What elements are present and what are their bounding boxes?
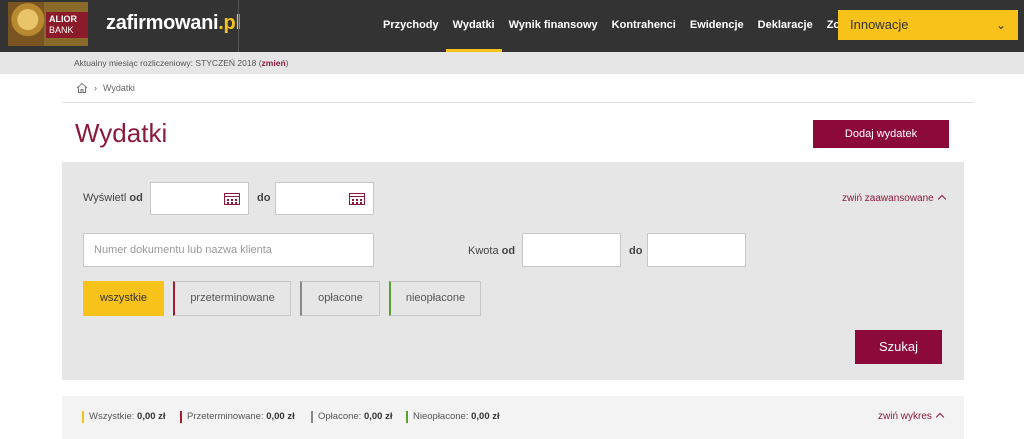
nav-item-deklaracje[interactable]: Deklaracje — [751, 0, 820, 52]
brand-name[interactable]: zafirmowani.pl — [106, 12, 241, 35]
amount-from-input[interactable] — [522, 233, 621, 267]
nav-item-przychody[interactable]: Przychody — [376, 0, 446, 52]
summary-unpaid-value: 0,00 zł — [471, 411, 500, 422]
collapse-chart-link[interactable]: zwiń wykres — [878, 411, 945, 422]
nav-item-wynik-finansowy[interactable]: Wynik finansowy — [502, 0, 605, 52]
summary-overdue-value: 0,00 zł — [266, 411, 295, 422]
breadcrumb: › Wydatki — [76, 82, 135, 94]
logo-line-2: BANK — [49, 25, 74, 35]
brand-divider — [238, 0, 239, 52]
calendar-icon[interactable] — [224, 193, 240, 205]
billing-month-text: Aktualny miesiąc rozliczeniowy: STYCZEŃ … — [74, 58, 262, 68]
billing-month-close: ) — [285, 58, 289, 68]
summary-paid: Opłacone: 0,00 zł — [311, 411, 392, 423]
home-icon[interactable] — [76, 82, 88, 94]
chevron-up-icon — [937, 194, 946, 204]
summary-unpaid-label: Nieopłacone: — [413, 411, 469, 422]
main-nav: Przychody Wydatki Wynik finansowy Kontra… — [376, 0, 906, 52]
show-label-text: Wyświetl — [83, 192, 127, 204]
logo-portrait-icon — [8, 2, 44, 46]
date-from-label: od — [129, 192, 143, 204]
filter-unpaid-button[interactable]: nieopłacone — [389, 281, 481, 316]
page-title: Wydatki — [75, 118, 168, 148]
logo-text: ALIOR BANK — [46, 12, 88, 38]
summary-all-label: Wszystkie: — [89, 411, 135, 422]
innovations-label: Innowacje — [850, 17, 909, 32]
summary-bar: Wszystkie: 0,00 zł Przeterminowane: 0,00… — [62, 396, 964, 439]
date-to-label: do — [257, 192, 270, 204]
add-expense-button[interactable]: Dodaj wydatek — [813, 120, 949, 148]
document-search-input[interactable]: Numer dokumentu lub nazwa klienta — [83, 233, 374, 267]
document-search-placeholder: Numer dokumentu lub nazwa klienta — [94, 244, 272, 256]
nav-item-wydatki[interactable]: Wydatki — [445, 0, 502, 52]
amount-to-label: do — [629, 245, 642, 257]
billing-month-bar: Aktualny miesiąc rozliczeniowy: STYCZEŃ … — [0, 52, 1024, 74]
summary-overdue: Przeterminowane: 0,00 zł — [180, 411, 295, 423]
chevron-up-icon — [935, 412, 945, 422]
amount-label: Kwota od — [468, 245, 515, 257]
date-to-label-text: do — [257, 192, 271, 204]
collapse-chart-text: zwiń wykres — [878, 411, 932, 422]
filter-paid-button[interactable]: opłacone — [300, 281, 380, 316]
calendar-icon[interactable] — [349, 193, 365, 205]
brand-name-main: zafirmowani — [106, 12, 219, 34]
summary-paid-label: Opłacone: — [318, 411, 362, 422]
collapse-advanced-link[interactable]: zwiń zaawansowane — [842, 193, 946, 204]
summary-paid-value: 0,00 zł — [363, 411, 393, 422]
breadcrumb-chevron-icon: › — [94, 83, 97, 93]
summary-overdue-label: Przeterminowane: — [187, 411, 264, 422]
collapse-advanced-text: zwiń zaawansowane — [842, 193, 934, 204]
search-button[interactable]: Szukaj — [855, 330, 942, 364]
summary-unpaid: Nieopłacone: 0,00 zł — [406, 411, 500, 423]
change-month-link[interactable]: zmień — [262, 58, 286, 68]
summary-all-value: 0,00 zł — [137, 411, 166, 422]
amount-label-text: Kwota — [468, 245, 499, 257]
breadcrumb-divider — [62, 102, 974, 103]
nav-item-ewidencje[interactable]: Ewidencje — [683, 0, 751, 52]
amount-from-label: od — [501, 245, 516, 257]
top-navigation-bar: ALIOR BANK zafirmowani.pl Przychody Wyda… — [0, 0, 1024, 52]
filter-all-button[interactable]: wszystkie — [83, 281, 164, 316]
logo-line-1: ALIOR — [49, 14, 77, 24]
breadcrumb-current: Wydatki — [103, 83, 135, 93]
chevron-down-icon: ⌄ — [995, 18, 1006, 32]
innovations-dropdown[interactable]: Innowacje ⌄ — [838, 10, 1018, 40]
date-to-input[interactable] — [275, 182, 374, 215]
date-from-input[interactable] — [150, 182, 249, 215]
amount-to-label-text: do — [629, 245, 643, 257]
show-label: Wyświetl od — [83, 192, 143, 204]
filter-overdue-button[interactable]: przeterminowane — [173, 281, 291, 316]
nav-item-kontrahenci[interactable]: Kontrahenci — [605, 0, 683, 52]
alior-bank-logo[interactable]: ALIOR BANK — [8, 2, 88, 46]
amount-to-input[interactable] — [647, 233, 746, 267]
summary-all: Wszystkie: 0,00 zł — [82, 411, 166, 423]
